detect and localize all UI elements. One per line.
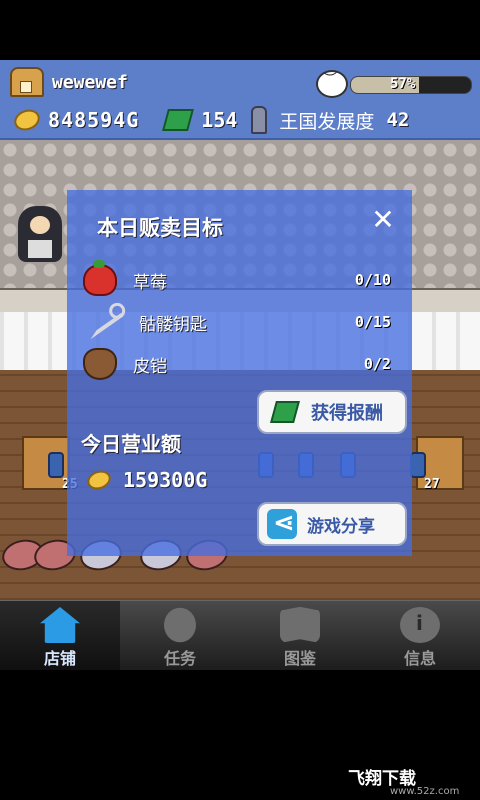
player-avatar-icon[interactable] <box>10 67 44 97</box>
get-reward-button[interactable]: 获得报酬 <box>257 390 407 434</box>
footprints-icon <box>164 607 196 643</box>
green-gem-icon <box>162 109 195 131</box>
today-revenue-value: 159300G <box>123 468 208 492</box>
shop-icon <box>40 607 80 643</box>
gem-amount: 154 <box>201 108 238 132</box>
tab-quests[interactable]: 任务 <box>120 601 240 671</box>
green-gem-icon <box>270 401 300 423</box>
target-item-strawberry: 草莓 0/10 <box>77 260 397 298</box>
gold-amount: 848594G <box>48 108 140 132</box>
share-game-button[interactable]: 游戏分享 <box>257 502 407 546</box>
potion-bottle-icon <box>48 452 64 478</box>
book-icon <box>280 607 320 643</box>
close-button[interactable]: ✕ <box>367 204 399 236</box>
kingdom-label: 王国发展度 <box>279 110 375 133</box>
tab-info[interactable]: 信息 <box>360 601 480 671</box>
tab-label: 店铺 <box>43 649 76 668</box>
gold-coin-icon <box>11 106 43 134</box>
target-item-leather-armor: 皮铠 0/2 <box>77 346 397 382</box>
bottom-tab-bar: 店铺 任务 图鉴 信息 <box>0 600 480 671</box>
target-item-name: 草莓 <box>133 272 167 293</box>
target-item-skull-key: 骷髅钥匙 0/15 <box>77 304 397 340</box>
potion-bottle-icon <box>410 452 426 478</box>
info-icon <box>400 607 440 643</box>
skull-key-icon <box>82 304 124 340</box>
target-item-progress: 0/15 <box>354 313 391 331</box>
tab-label: 任务 <box>163 649 196 668</box>
happiness-face-icon <box>316 69 348 98</box>
kingdom-level: 42 <box>386 109 410 131</box>
tab-catalog[interactable]: 图鉴 <box>240 601 360 671</box>
panel-title: 本日贩卖目标 <box>97 216 223 240</box>
resources-row: 848594G 154 王国发展度 42 <box>0 102 480 138</box>
today-revenue-title: 今日营业额 <box>81 432 181 456</box>
target-item-progress: 0/2 <box>363 355 391 373</box>
target-item-progress: 0/10 <box>354 271 391 289</box>
right-shelf-count: 27 <box>424 477 440 492</box>
tab-label: 图鉴 <box>283 649 316 668</box>
watermark-url: www.52z.com <box>390 786 460 797</box>
target-item-name: 骷髅钥匙 <box>139 314 207 335</box>
today-revenue-row: 159300G <box>84 467 208 493</box>
player-username: wewewef <box>52 71 128 93</box>
tab-shop[interactable]: 店铺 <box>0 601 120 671</box>
happiness-progress-text: 57% <box>390 76 416 92</box>
nun-character-icon[interactable] <box>18 206 62 262</box>
share-icon <box>267 508 297 539</box>
get-reward-label: 获得报酬 <box>311 403 383 424</box>
statue-icon <box>251 106 268 134</box>
daily-goal-panel: 本日贩卖目标 ✕ 草莓 0/10 骷髅钥匙 0/15 皮铠 0/2 获得报酬 今… <box>67 190 412 556</box>
share-game-label: 游戏分享 <box>307 516 375 537</box>
gold-coin-icon <box>84 467 114 493</box>
strawberry-icon <box>83 260 117 296</box>
leather-armor-icon <box>83 348 117 380</box>
target-item-name: 皮铠 <box>133 356 167 377</box>
status-bar-area <box>0 0 480 60</box>
tab-label: 信息 <box>403 649 436 668</box>
